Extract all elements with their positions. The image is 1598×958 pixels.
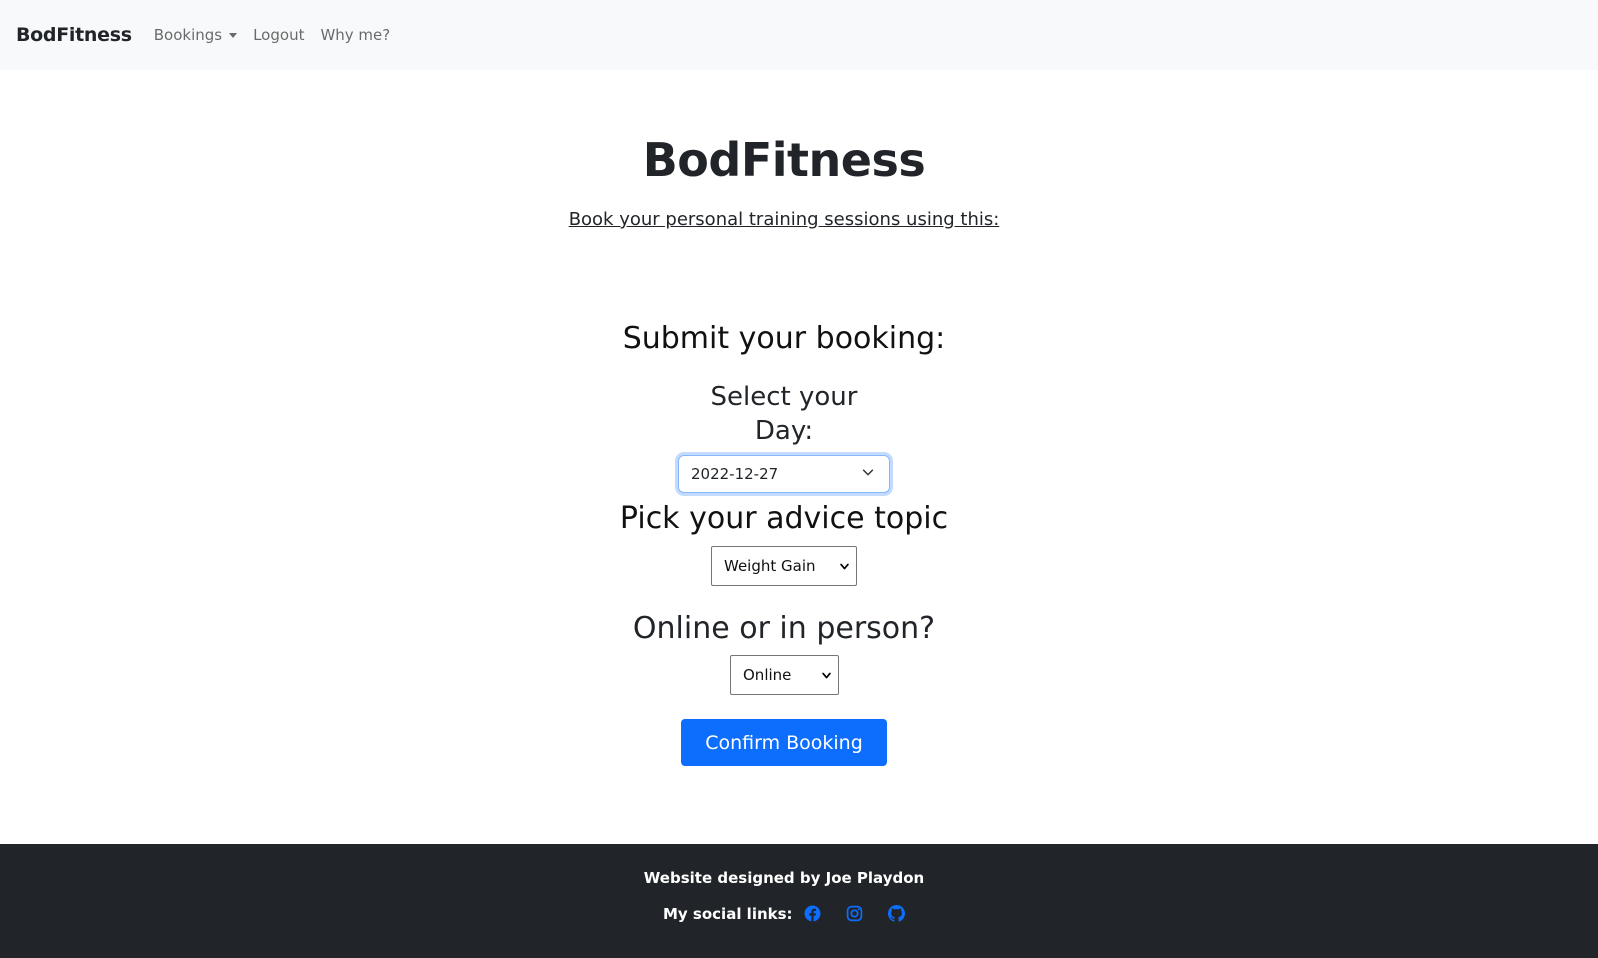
navbar-brand[interactable]: BodFitness (16, 24, 132, 46)
chevron-down-icon (822, 672, 831, 679)
footer (0, 844, 1598, 958)
day-select-value: 2022-12-27 (691, 465, 779, 483)
footer-credit: Website designed by Joe Playdon (643, 869, 925, 887)
page-subtitle-text: Book your personal training sessions usi… (568, 209, 1000, 230)
nav-bookings-label: Bookings (153, 26, 223, 44)
advice-topic-select[interactable]: Weight Gain (711, 546, 857, 586)
page-subtitle: Book your personal training sessions usi… (0, 207, 1568, 233)
navbar: BodFitness Bookings Logout Why me? (0, 0, 1598, 70)
social-links-label: My social links: (663, 905, 793, 923)
day-label-line-2: Day: (754, 416, 814, 446)
day-label-line-1: Select your (710, 382, 858, 412)
facebook-icon[interactable] (804, 905, 821, 922)
day-select[interactable]: 2022-12-27 (678, 455, 890, 493)
session-mode-heading: Online or in person? (632, 611, 936, 646)
chevron-down-icon (862, 469, 874, 476)
chevron-down-icon (840, 563, 849, 570)
session-mode-value: Online (743, 666, 792, 684)
nav-bookings-dropdown[interactable]: Bookings (153, 26, 238, 44)
page-title: BodFitness (642, 133, 926, 187)
session-mode-select[interactable]: Online (730, 655, 839, 695)
confirm-booking-button[interactable]: Confirm Booking (681, 719, 887, 766)
nav-logout-link[interactable]: Logout (253, 26, 304, 44)
instagram-icon[interactable] (846, 905, 863, 922)
nav-why-me-link[interactable]: Why me? (320, 26, 390, 44)
caret-down-icon (229, 33, 238, 38)
advice-topic-value: Weight Gain (724, 557, 816, 575)
day-select-label: Select your Day: (684, 380, 884, 448)
github-icon[interactable] (888, 905, 905, 922)
booking-form-heading: Submit your booking: (622, 321, 946, 356)
advice-topic-heading: Pick your advice topic (619, 501, 949, 536)
